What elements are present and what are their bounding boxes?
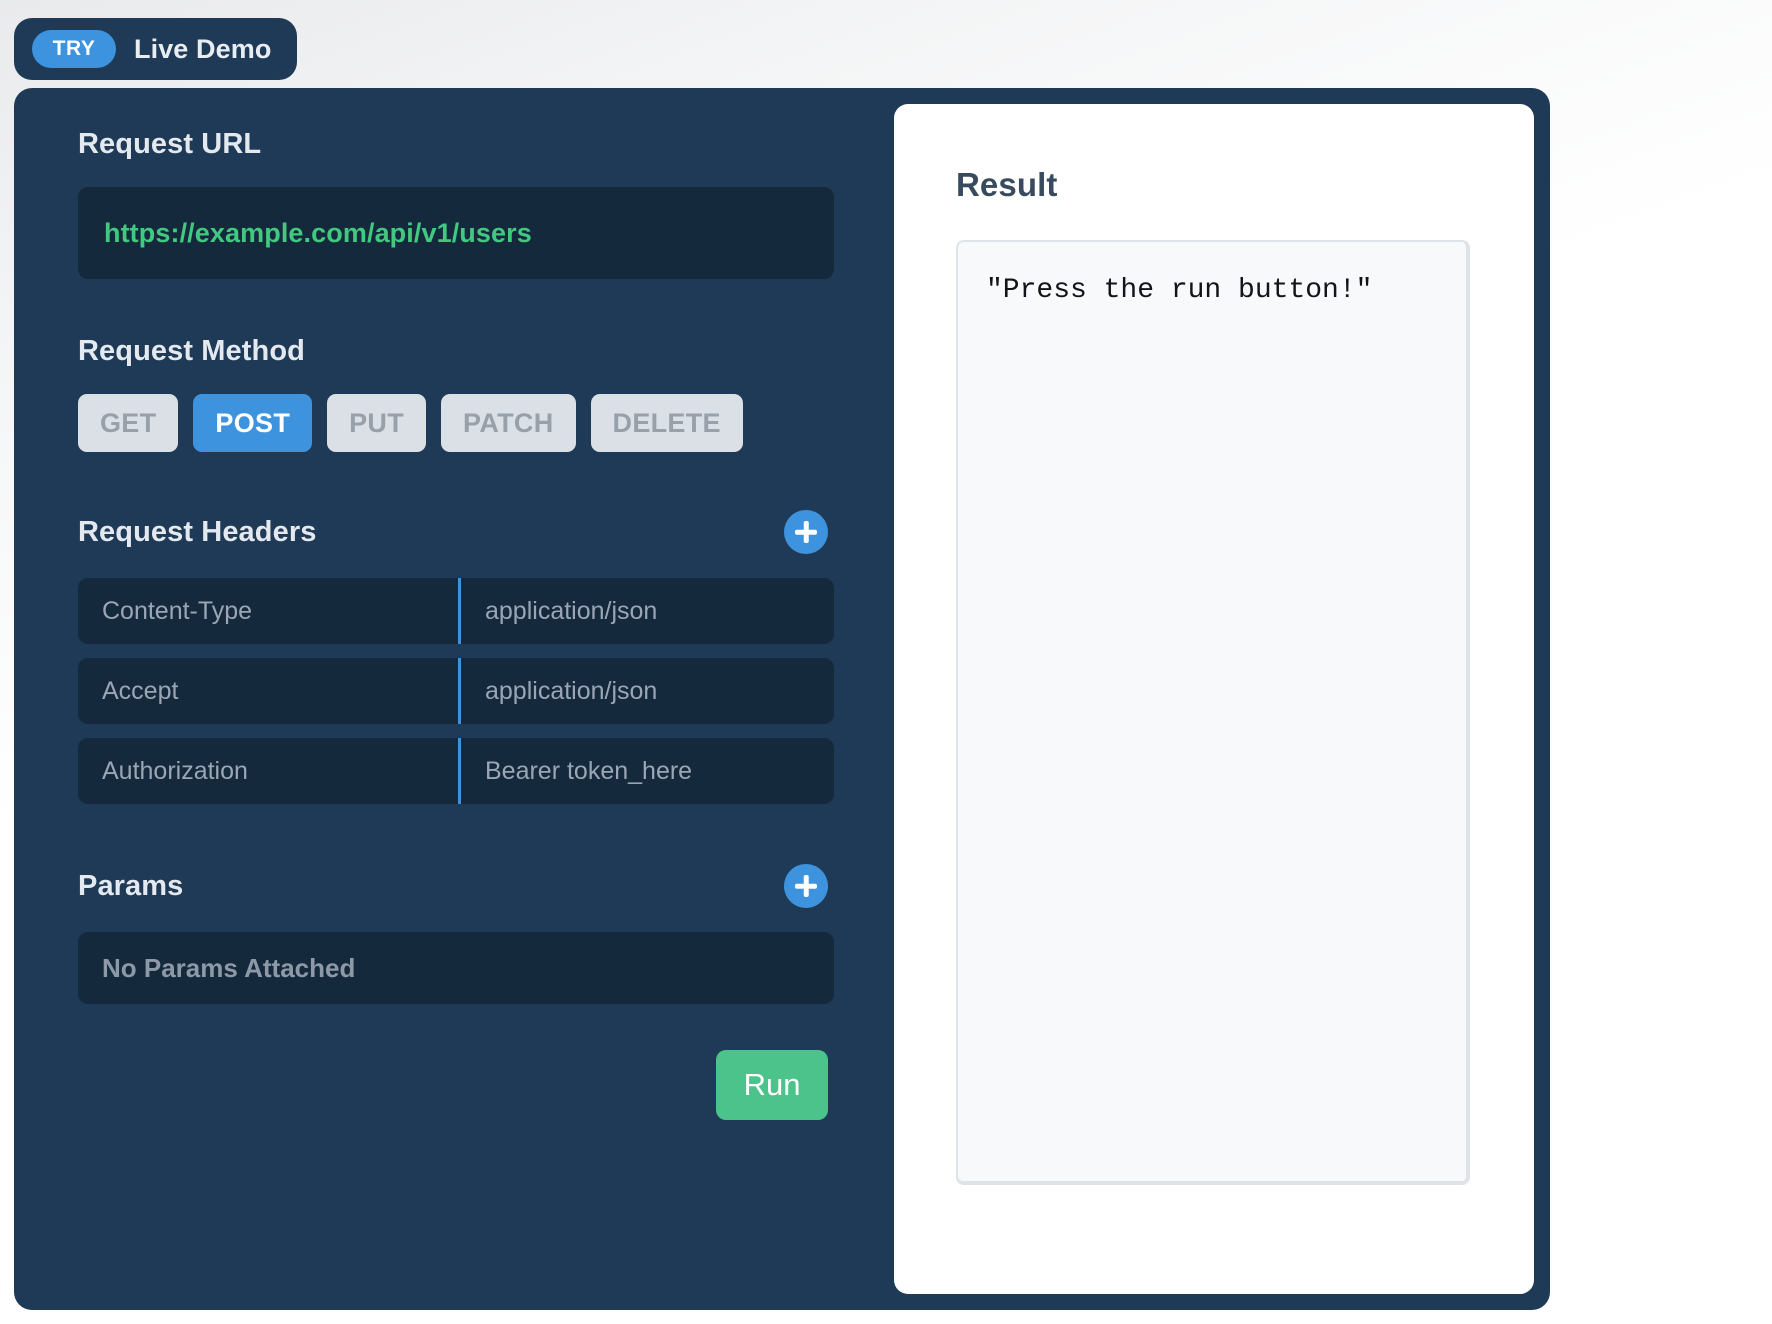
- demo-container: Request URL https://example.com/api/v1/u…: [14, 88, 1550, 1310]
- header-value-input[interactable]: Bearer token_here: [461, 738, 834, 804]
- try-badge: TRY: [32, 30, 116, 68]
- header-value-input[interactable]: application/json: [461, 658, 834, 724]
- request-headers-header: Request Headers: [78, 510, 834, 554]
- live-demo-tab[interactable]: TRY Live Demo: [14, 18, 298, 80]
- request-url-value: https://example.com/api/v1/users: [104, 217, 532, 248]
- request-headers-block: Request Headers Content-Type application…: [78, 510, 834, 804]
- add-header-button[interactable]: [784, 510, 828, 554]
- params-header: Params: [78, 864, 834, 908]
- run-row: Run: [78, 1050, 834, 1120]
- header-value-input[interactable]: application/json: [461, 578, 834, 644]
- header-key-input[interactable]: Content-Type: [78, 578, 461, 644]
- request-url-label: Request URL: [78, 128, 262, 160]
- add-param-button[interactable]: [784, 864, 828, 908]
- request-method-block: Request Method GET POST PUT PATCH DELETE: [78, 335, 834, 452]
- result-output-box[interactable]: "Press the run button!": [956, 240, 1470, 1185]
- request-url-input[interactable]: https://example.com/api/v1/users: [78, 187, 834, 279]
- method-button-post[interactable]: POST: [193, 394, 313, 452]
- request-pane: Request URL https://example.com/api/v1/u…: [14, 88, 894, 1310]
- request-url-header: Request URL: [78, 128, 834, 161]
- result-pane: Result "Press the run button!": [894, 104, 1534, 1294]
- request-headers-list: Content-Type application/json Accept app…: [78, 578, 834, 804]
- demo-page: TRY Live Demo Request URL https://exampl…: [0, 0, 1772, 1324]
- method-button-put[interactable]: PUT: [327, 394, 427, 452]
- request-method-list: GET POST PUT PATCH DELETE: [78, 394, 834, 452]
- method-button-get[interactable]: GET: [78, 394, 179, 452]
- method-button-patch[interactable]: PATCH: [441, 394, 576, 452]
- request-method-label: Request Method: [78, 335, 305, 367]
- header-key-input[interactable]: Accept: [78, 658, 461, 724]
- result-output-text: "Press the run button!": [986, 275, 1373, 306]
- params-block: Params No Params Attached: [78, 864, 834, 1004]
- params-label: Params: [78, 869, 184, 902]
- run-button[interactable]: Run: [716, 1050, 828, 1120]
- result-title: Result: [956, 166, 1058, 203]
- method-button-delete[interactable]: DELETE: [590, 394, 743, 452]
- tab-title: Live Demo: [134, 33, 272, 64]
- request-headers-label: Request Headers: [78, 515, 317, 548]
- params-empty-message: No Params Attached: [78, 932, 834, 1004]
- header-key-input[interactable]: Authorization: [78, 738, 461, 804]
- header-row[interactable]: Authorization Bearer token_here: [78, 738, 834, 804]
- header-row[interactable]: Content-Type application/json: [78, 578, 834, 644]
- header-row[interactable]: Accept application/json: [78, 658, 834, 724]
- request-url-block: Request URL https://example.com/api/v1/u…: [78, 128, 834, 279]
